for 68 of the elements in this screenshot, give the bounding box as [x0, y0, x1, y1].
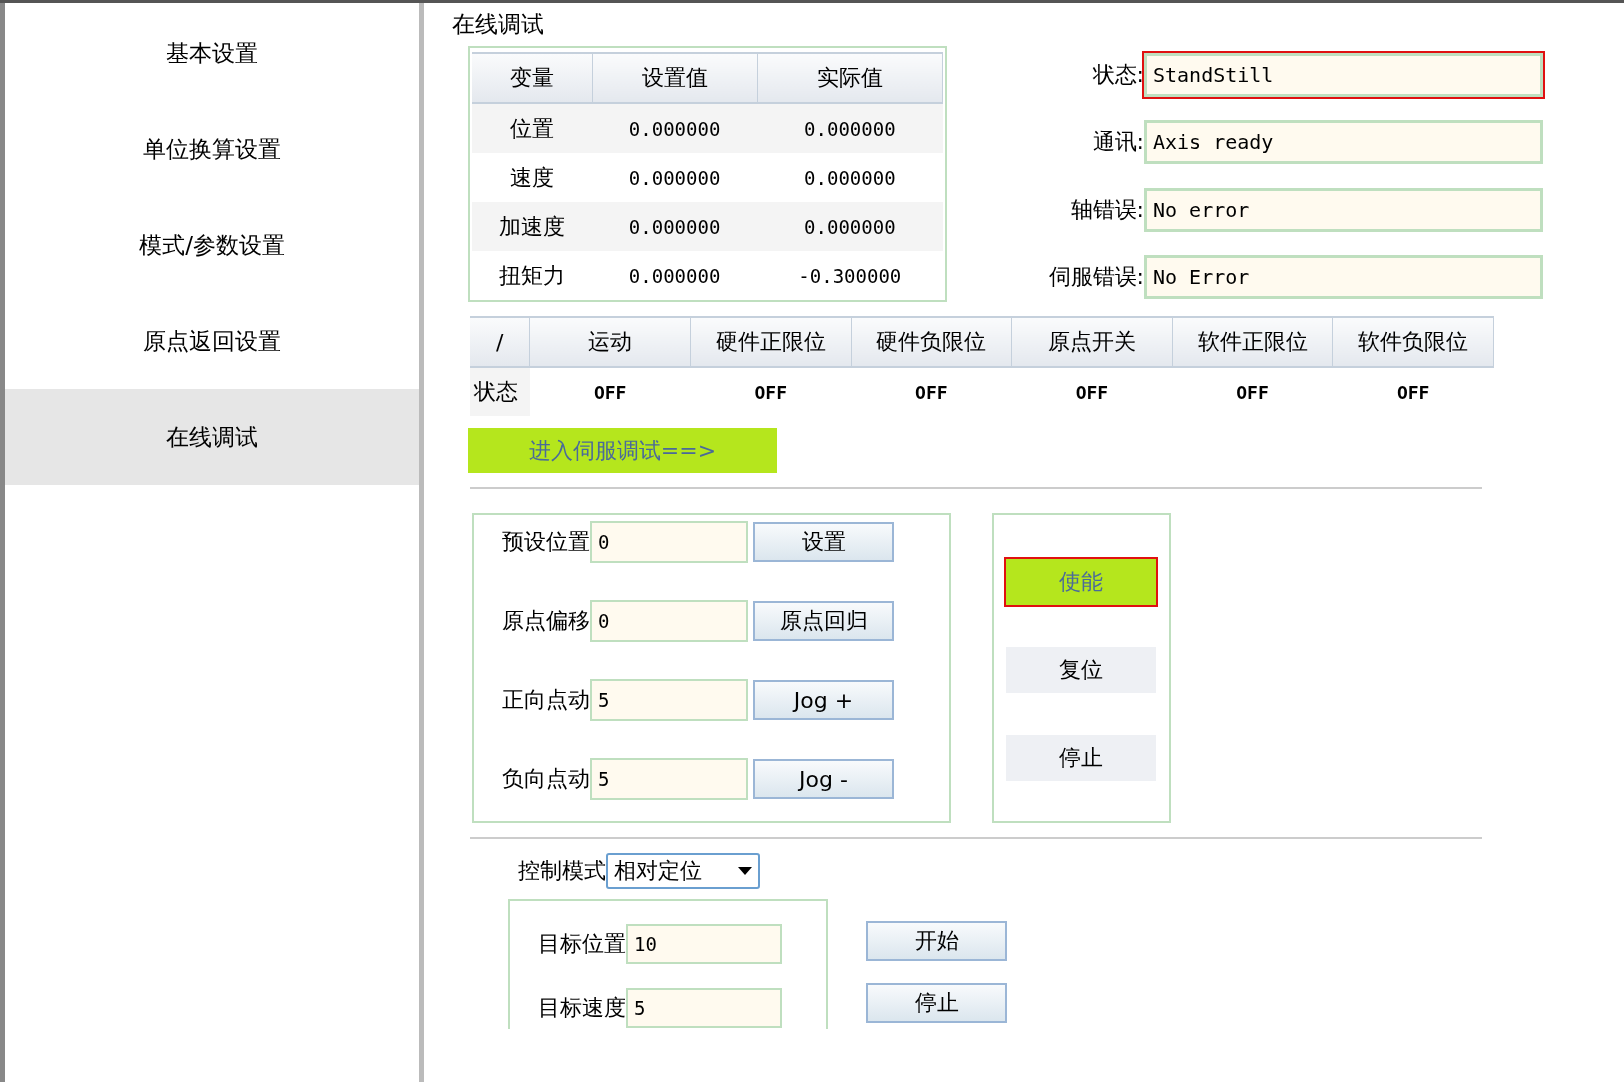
field-label: 状态:: [1091, 60, 1144, 89]
field-label: 控制模式: [518, 857, 606, 885]
column-header: 硬件正限位: [690, 317, 852, 367]
input-field[interactable]: 0: [590, 521, 748, 563]
status-field: Axis ready: [1144, 120, 1543, 165]
column-header: 运动: [529, 317, 691, 367]
table-cell: 0.000000: [592, 153, 758, 202]
mode-dropdown[interactable]: 相对定位: [606, 853, 760, 889]
table-cell: 0.000000: [757, 153, 943, 202]
column-header: 软件正限位: [1172, 317, 1333, 367]
column-header: 变量: [472, 53, 593, 103]
status-field: StandStill: [1144, 52, 1543, 97]
motion-button[interactable]: 开始: [866, 921, 1007, 961]
action-button[interactable]: Jog +: [753, 680, 894, 720]
signal-state: OFF: [1011, 367, 1173, 416]
field-label: 正向点动: [502, 686, 590, 714]
column-header: /: [470, 317, 530, 367]
action-button[interactable]: Jog -: [753, 759, 894, 799]
input-field[interactable]: 5: [590, 758, 748, 800]
column-header: 实际值: [757, 53, 943, 103]
table-cell: -0.300000: [757, 251, 943, 300]
field-label: 目标速度: [538, 994, 626, 1022]
axis-button[interactable]: 复位: [1006, 647, 1156, 693]
table-cell: 0.000000: [592, 103, 758, 153]
sidebar-item[interactable]: 基本设置: [5, 5, 419, 101]
signal-state: OFF: [1172, 367, 1333, 416]
column-header: 软件负限位: [1332, 317, 1494, 367]
action-button[interactable]: 设置: [753, 522, 894, 562]
table-cell: 0.000000: [592, 202, 758, 251]
field-label: 目标位置: [538, 930, 626, 958]
servo-debug-button[interactable]: 进入伺服调试==>: [468, 428, 777, 473]
action-button[interactable]: 原点回归: [753, 601, 894, 641]
field-label: 预设位置: [502, 528, 590, 556]
signal-state: OFF: [851, 367, 1012, 416]
input-field[interactable]: 5: [590, 679, 748, 721]
sidebar-item[interactable]: 单位换算设置: [5, 101, 419, 197]
column-header: 设置值: [592, 53, 758, 103]
row-label: 状态: [470, 367, 530, 416]
status-field: No error: [1144, 187, 1543, 232]
signal-state: OFF: [1332, 367, 1494, 416]
input-field[interactable]: 10: [626, 924, 782, 964]
field-label: 原点偏移: [502, 607, 590, 635]
sidebar-item[interactable]: 模式/参数设置: [5, 197, 419, 293]
signal-state: OFF: [529, 367, 691, 416]
field-label: 负向点动: [502, 765, 590, 793]
sidebar-item[interactable]: 在线调试: [5, 389, 419, 485]
table-cell: 扭矩力: [472, 251, 593, 300]
column-header: 硬件负限位: [851, 317, 1012, 367]
motion-button[interactable]: 停止: [866, 983, 1007, 1023]
dropdown-caret-icon: [738, 867, 752, 875]
input-field[interactable]: 5: [626, 988, 782, 1028]
axis-button[interactable]: 停止: [1006, 735, 1156, 781]
input-field[interactable]: 0: [590, 600, 748, 642]
column-header: 原点开关: [1011, 317, 1173, 367]
sidebar-item[interactable]: 原点返回设置: [5, 293, 419, 389]
page-title: 在线调试: [452, 10, 545, 39]
table-cell: 位置: [472, 103, 593, 153]
table-cell: 加速度: [472, 202, 593, 251]
field-label: 通讯:: [1091, 128, 1144, 157]
table-cell: 0.000000: [592, 251, 758, 300]
signal-state: OFF: [690, 367, 852, 416]
table-cell: 0.000000: [757, 202, 943, 251]
field-label: 伺服错误:: [1048, 263, 1144, 292]
table-cell: 0.000000: [757, 103, 943, 153]
table-cell: 速度: [472, 153, 593, 202]
status-field: No Error: [1144, 255, 1543, 300]
axis-button[interactable]: 使能: [1006, 559, 1156, 605]
field-label: 轴错误:: [1069, 195, 1144, 224]
